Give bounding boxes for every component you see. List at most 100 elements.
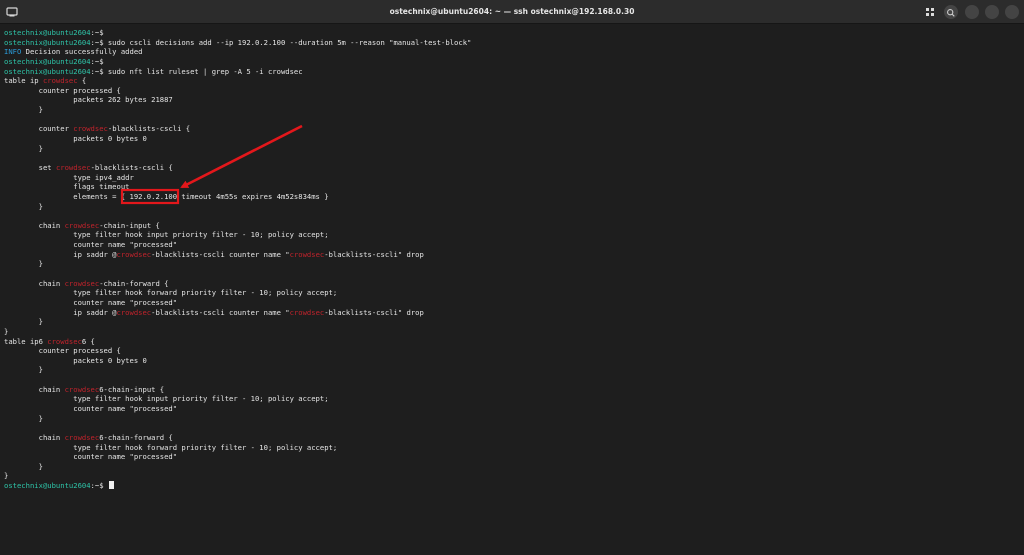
terminal-line: ip saddr @crowdsec-blacklists-cscli coun… bbox=[4, 250, 1020, 260]
terminal-line: chain crowdsec6-chain-forward { bbox=[4, 433, 1020, 443]
terminal-line: packets 0 bytes 0 bbox=[4, 356, 1020, 366]
terminal-text: { bbox=[77, 76, 87, 86]
terminal-text: counter processed { bbox=[4, 85, 121, 95]
terminal-line: } bbox=[4, 327, 1020, 337]
shell-prompt: ostechnix@ubuntu2604 bbox=[4, 28, 91, 37]
terminal-line: counter processed { bbox=[4, 86, 1020, 96]
terminal-text: :~$ bbox=[90, 56, 104, 66]
terminal-line: flags timeout bbox=[4, 182, 1020, 192]
terminal-text: crowdsec bbox=[73, 124, 108, 134]
terminal-line: counter name "processed" bbox=[4, 240, 1020, 250]
shell-prompt: ostechnix@ubuntu2604 bbox=[4, 66, 91, 76]
terminal-text: -chain-forward { bbox=[99, 278, 169, 288]
terminal-line: } bbox=[4, 317, 1020, 327]
text-cursor bbox=[108, 481, 114, 490]
terminal-text: table ip6 bbox=[4, 336, 48, 346]
terminal-line: table ip crowdsec { bbox=[4, 76, 1020, 86]
minimize-button[interactable] bbox=[965, 5, 979, 19]
terminal-text: packets 0 bytes 0 bbox=[4, 355, 147, 365]
terminal-text: :~$ sudo cscli decisions add --ip 192.0.… bbox=[90, 37, 472, 47]
terminal-text: } bbox=[4, 259, 43, 269]
terminal-text: crowdsec bbox=[64, 220, 100, 230]
terminal-text: 6-chain-input { bbox=[99, 384, 165, 394]
terminal-line: ostechnix@ubuntu2604:~$ bbox=[4, 481, 1020, 491]
terminal-output[interactable]: ostechnix@ubuntu2604:~$ ostechnix@ubuntu2… bbox=[4, 28, 1020, 551]
terminal-text: chain bbox=[4, 432, 65, 442]
terminal-text: crowdsec bbox=[64, 278, 100, 288]
terminal-text: -chain-input { bbox=[99, 220, 160, 230]
terminal-text: -blacklists-cscli counter name " bbox=[151, 249, 290, 259]
terminal-text: counter processed { bbox=[4, 346, 121, 356]
terminal-text: crowdsec bbox=[42, 76, 78, 86]
terminal-text: crowdsec bbox=[289, 249, 325, 259]
terminal-text: } bbox=[4, 143, 43, 153]
terminal-text: set bbox=[4, 162, 56, 172]
terminal-text: packets 262 bytes 21887 bbox=[4, 95, 173, 105]
terminal-text: crowdsec bbox=[116, 307, 152, 317]
terminal-line: } bbox=[4, 462, 1020, 472]
terminal-line: counter crowdsec-blacklists-cscli { bbox=[4, 124, 1020, 134]
terminal-text: -blacklists-cscli { bbox=[90, 162, 173, 172]
terminal-text: ip saddr @ bbox=[4, 307, 117, 317]
terminal-text: type ipv4_addr bbox=[4, 172, 134, 182]
terminal-text: chain bbox=[4, 220, 65, 230]
terminal-text: 6 { bbox=[81, 336, 95, 346]
terminal-text: -blacklists-cscli" drop bbox=[324, 249, 424, 259]
terminal-text: table ip bbox=[4, 76, 43, 86]
grid-menu-icon[interactable] bbox=[925, 7, 935, 17]
terminal-line: } bbox=[4, 365, 1020, 375]
terminal-text: Decision successfully added bbox=[21, 47, 143, 57]
terminal-line: chain crowdsec6-chain-input { bbox=[4, 385, 1020, 395]
terminal-line: type filter hook forward priority filter… bbox=[4, 288, 1020, 298]
search-button[interactable] bbox=[944, 5, 958, 19]
terminal-text: :~$ bbox=[90, 28, 104, 37]
terminal-line: } bbox=[4, 471, 1020, 481]
terminal-text: counter bbox=[4, 124, 74, 134]
terminal-line: counter name "processed" bbox=[4, 298, 1020, 308]
terminal-text: -blacklists-cscli counter name " bbox=[151, 307, 290, 317]
terminal-line: } bbox=[4, 259, 1020, 269]
terminal-text: 6-chain-forward { bbox=[99, 432, 173, 442]
terminal-text: } bbox=[4, 471, 9, 481]
terminal-text: crowdsec bbox=[289, 307, 325, 317]
terminal-text: } bbox=[4, 326, 9, 336]
terminal-text: -blacklists-cscli" drop bbox=[324, 307, 424, 317]
terminal-line: type filter hook input priority filter -… bbox=[4, 230, 1020, 240]
terminal-text: crowdsec bbox=[55, 162, 91, 172]
terminal-text: :~$ sudo nft list ruleset | grep -A 5 -i… bbox=[90, 66, 303, 76]
terminal-text: packets 0 bytes 0 bbox=[4, 134, 147, 144]
terminal-line: ip saddr @crowdsec-blacklists-cscli coun… bbox=[4, 308, 1020, 318]
terminal-text: } bbox=[4, 461, 43, 471]
terminal-text: } bbox=[4, 365, 43, 375]
terminal-line: ostechnix@ubuntu2604:~$ sudo cscli decis… bbox=[4, 38, 1020, 48]
terminal-text: crowdsec bbox=[64, 384, 100, 394]
window-titlebar[interactable]: ostechnix@ubuntu2604: ~ — ssh ostechnix@… bbox=[0, 0, 1024, 24]
terminal-text: chain bbox=[4, 384, 65, 394]
terminal-text: elements = { 192.0.2.100 timeout 4m55s e… bbox=[4, 191, 329, 201]
terminal-text: counter name "processed" bbox=[4, 452, 178, 462]
terminal-line: ostechnix@ubuntu2604:~$ sudo nft list ru… bbox=[4, 67, 1020, 77]
terminal-line: counter processed { bbox=[4, 346, 1020, 356]
terminal-line: type filter hook input priority filter -… bbox=[4, 394, 1020, 404]
terminal-text: crowdsec bbox=[64, 432, 100, 442]
terminal-line: type filter hook forward priority filter… bbox=[4, 443, 1020, 453]
terminal-text: chain bbox=[4, 278, 65, 288]
terminal-text: } bbox=[4, 317, 43, 327]
terminal-text: :~$ bbox=[90, 481, 108, 491]
terminal-text: } bbox=[4, 201, 43, 211]
terminal-text: type filter hook forward priority filter… bbox=[4, 288, 338, 298]
shell-prompt: ostechnix@ubuntu2604 bbox=[4, 481, 91, 491]
terminal-text: crowdsec bbox=[47, 336, 82, 346]
close-button[interactable] bbox=[1005, 5, 1019, 19]
terminal-line: type ipv4_addr bbox=[4, 173, 1020, 183]
terminal-text: crowdsec bbox=[116, 249, 152, 259]
terminal-text: type filter hook input priority filter -… bbox=[4, 230, 329, 240]
maximize-button[interactable] bbox=[985, 5, 999, 19]
terminal-line: counter name "processed" bbox=[4, 452, 1020, 462]
terminal-line: chain crowdsec-chain-input { bbox=[4, 221, 1020, 231]
